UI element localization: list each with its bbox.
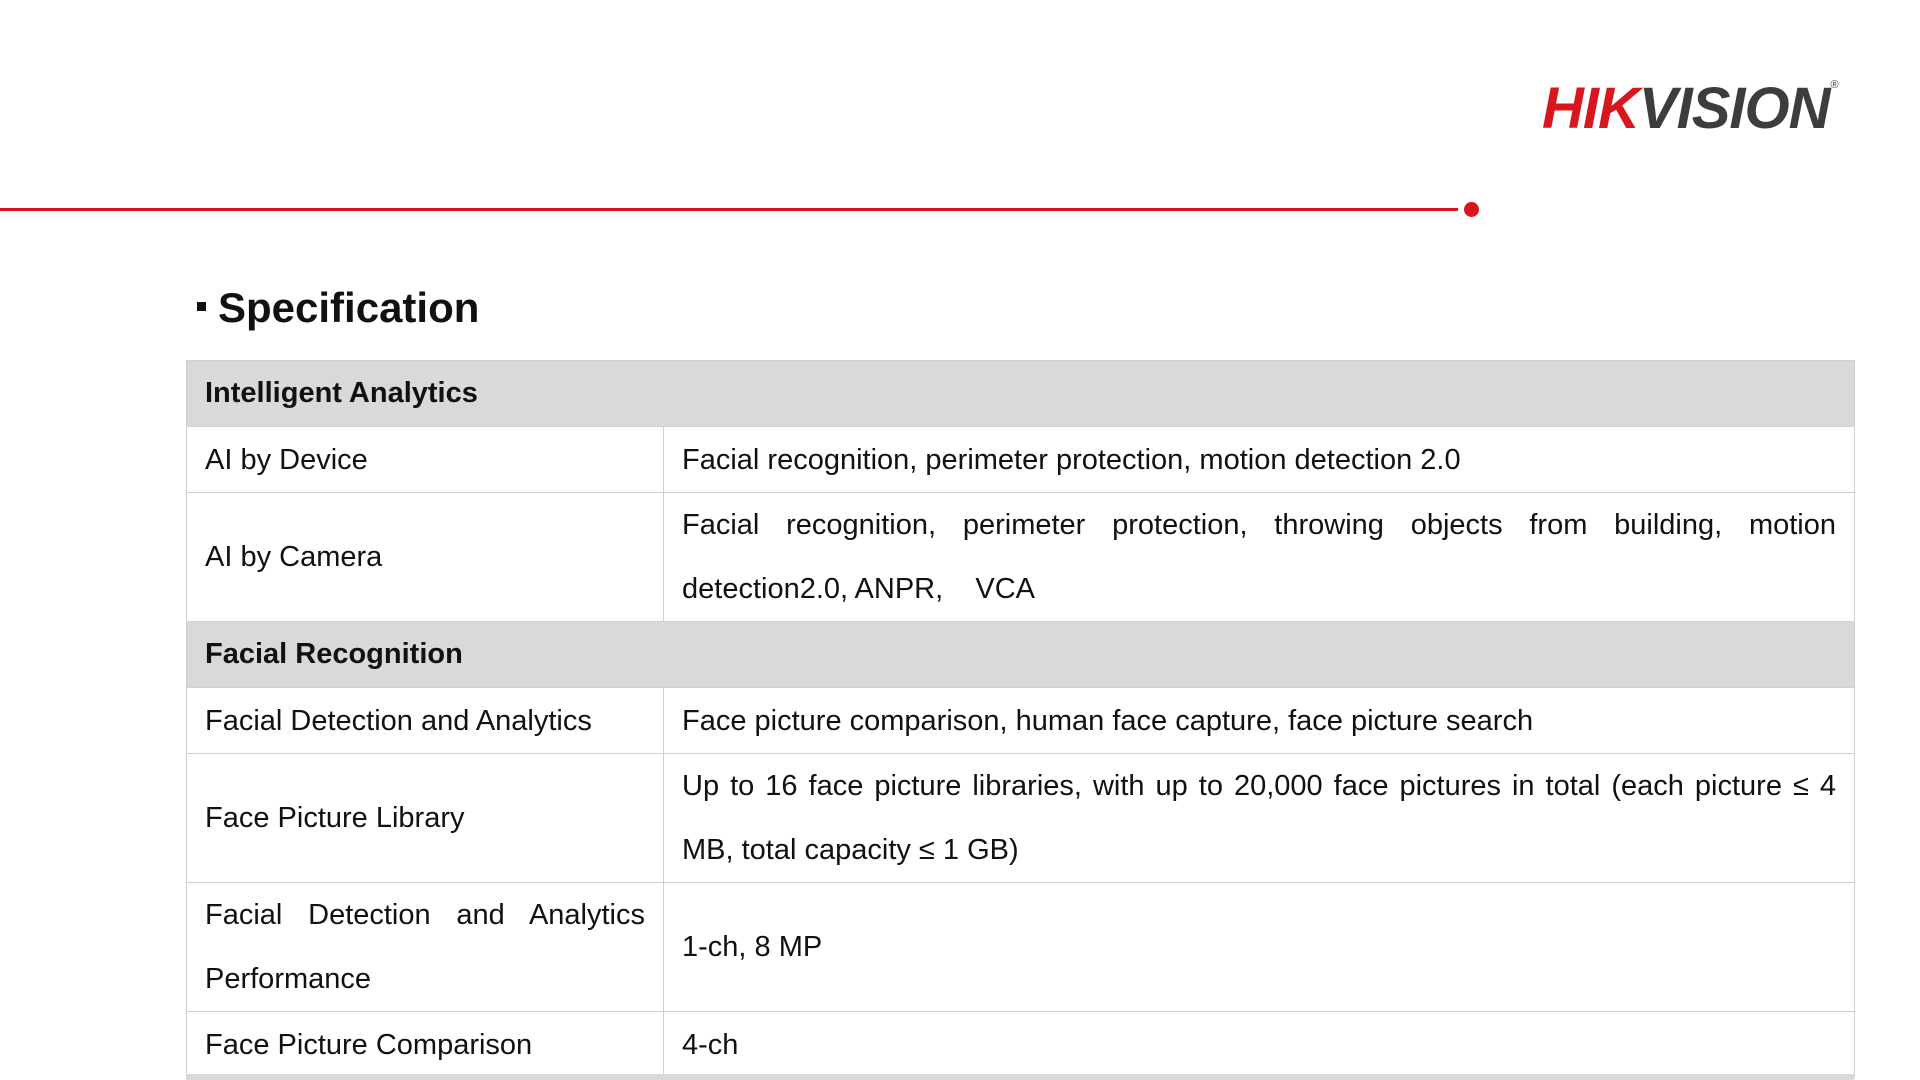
section-heading: Specification [197,287,479,329]
spec-label: Facial Detection and Analytics Performan… [186,882,664,1012]
spec-value: Up to 16 face picture libraries, with up… [663,753,1855,883]
header-divider-dot [1464,202,1479,217]
table-row: Face Picture Library Up to 16 face pictu… [186,753,1855,883]
spec-label: Facial Detection and Analytics [186,687,664,754]
table-row: AI by Camera Facial recognition, perimet… [186,492,1855,622]
specification-table: Intelligent Analytics AI by Device Facia… [186,360,1855,1078]
spec-value: Face picture comparison, human face capt… [663,687,1855,754]
table-row: AI by Device Facial recognition, perimet… [186,426,1855,493]
registered-mark: ® [1830,79,1839,91]
square-bullet-icon [197,302,206,312]
hikvision-logo: HIKVISION® [1542,79,1839,138]
spec-value: Facial recognition, perimeter protection… [663,426,1855,493]
next-section-header-band [186,1074,1854,1080]
header-divider-line [0,208,1458,211]
table-section-header: Facial Recognition [186,621,1855,688]
logo-text-gray: VISION [1638,76,1831,141]
datasheet-page: HIKVISION® Specification Intelligent Ana… [0,0,1920,1080]
section-header-facial-recognition: Facial Recognition [186,621,1855,688]
spec-value: Facial recognition, perimeter protection… [663,492,1855,622]
spec-label: AI by Camera [186,492,664,622]
table-row: Facial Detection and Analytics Performan… [186,882,1855,1012]
section-header-intelligent-analytics: Intelligent Analytics [186,360,1855,427]
spec-label: Face Picture Comparison [186,1011,664,1078]
logo-text-red: HIK [1542,76,1640,141]
spec-label: AI by Device [186,426,664,493]
table-section-header: Intelligent Analytics [186,360,1855,427]
section-heading-text: Specification [218,284,480,331]
spec-value: 1-ch, 8 MP [663,882,1855,1012]
table-row: Facial Detection and Analytics Face pict… [186,687,1855,754]
spec-value: 4-ch [663,1011,1855,1078]
spec-label: Face Picture Library [186,753,664,883]
table-row: Face Picture Comparison 4-ch [186,1011,1855,1078]
